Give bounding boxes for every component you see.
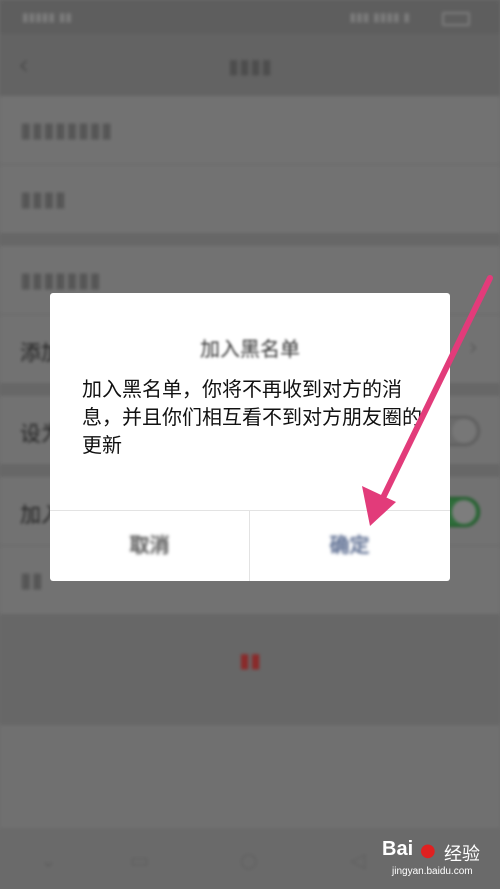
status-carrier: ▮▮▮▮▮ ▮▮ [22, 10, 73, 24]
dialog-title: 加入黑名单 [200, 337, 300, 361]
baidu-paw-icon: ● [420, 840, 436, 861]
nav-menu-icon[interactable]: ▭ [130, 848, 149, 872]
toggle-knob [452, 419, 476, 443]
watermark-url: jingyan.baidu.com [392, 866, 473, 877]
section-gap [0, 234, 500, 246]
battery-icon [442, 12, 470, 26]
app-bar: ‹ ▮▮▮▮ [0, 34, 500, 97]
settings-row-label: ▮▮ [20, 568, 44, 592]
status-indicators: ▮▮▮ ▮▮▮▮ ▮ [349, 10, 410, 24]
settings-row-label: ▮▮▮▮▮▮▮▮ [20, 118, 113, 142]
watermark-brand-suffix: 经验 [444, 844, 480, 865]
status-bar: ▮▮▮▮▮ ▮▮ ▮▮▮ ▮▮▮▮ ▮ [0, 0, 500, 34]
dialog-message: 加入黑名单，你将不再收到对方的消息，并且你们相互看不到对方朋友圈的更新 [82, 377, 422, 457]
nav-down-icon[interactable]: ⌄ [40, 848, 57, 872]
settings-row-2[interactable]: ▮▮▮▮ [0, 165, 500, 234]
watermark-brand: Bai [382, 838, 414, 860]
chevron-right-icon: › [468, 333, 478, 361]
delete-button[interactable]: ▮▮ [0, 648, 500, 672]
nav-back-icon[interactable]: ◁ [350, 848, 365, 872]
settings-row-1[interactable]: ▮▮▮▮▮▮▮▮ [0, 96, 500, 165]
confirm-button[interactable]: 确定 [250, 511, 449, 581]
toggle-knob [452, 500, 476, 524]
page-title: ▮▮▮▮ [227, 54, 273, 78]
watermark: Bai ● 经验 jingyan.baidu.com [382, 838, 496, 886]
cancel-button[interactable]: 取消 [50, 511, 249, 581]
settings-row-label: ▮▮▮▮▮▮▮ [20, 268, 101, 292]
settings-row-label: ▮▮▮▮ [20, 187, 67, 211]
blacklist-dialog: 加入黑名单 加入黑名单，你将不再收到对方的消息，并且你们相互看不到对方朋友圈的更… [50, 293, 450, 581]
nav-home-icon[interactable]: ○ [240, 848, 257, 872]
